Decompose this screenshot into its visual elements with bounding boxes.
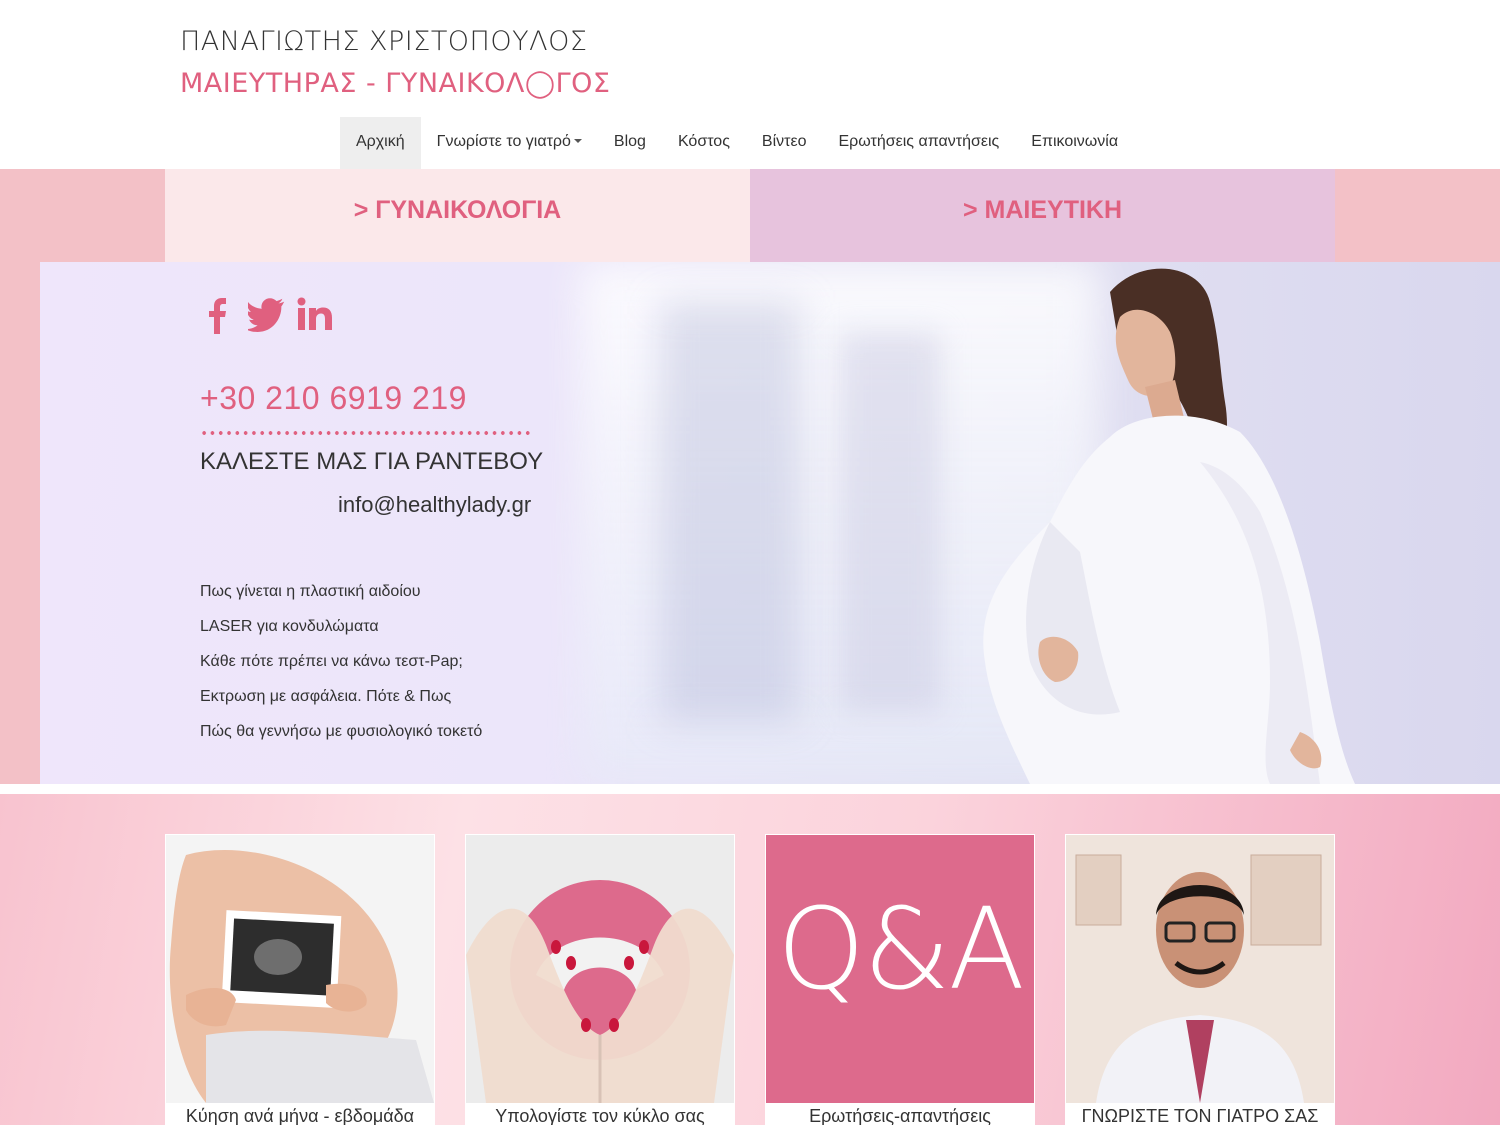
site-header: ΠΑΝΑΓΙΩΤΗΣ ΧΡΙΣΤΟΠΟΥΛΟΣ ΜΑΙΕΥΤΗΡΑΣ - ΓΥΝ… — [0, 0, 1500, 170]
featured-link[interactable]: Κάθε πότε πρέπει να κάνω τεστ-Pap; — [200, 650, 482, 685]
featured-link[interactable]: LASER για κονδυλώματα — [200, 615, 482, 650]
nav-item-cost[interactable]: Κόστος — [662, 117, 746, 169]
hero-curtain-shadow — [660, 302, 800, 722]
facebook-icon[interactable] — [200, 296, 238, 334]
main-navigation: Αρχική Γνωρίστε το γιατρό Blog Κόστος Βί… — [340, 117, 1134, 169]
hands-uterus-image — [466, 835, 734, 1103]
social-links — [200, 296, 334, 334]
twitter-icon[interactable] — [248, 296, 286, 334]
card-caption: Υπολογίστε τον κύκλο σας — [495, 1106, 705, 1125]
nav-item-meet-doctor-label: Γνωρίστε το γιατρό — [436, 133, 571, 150]
card-caption: Κύηση ανά μήνα - εβδομάδα — [185, 1106, 415, 1125]
featured-link[interactable]: Πως γίνεται η πλαστική αιδοίου — [200, 580, 482, 615]
featured-link[interactable]: Πώς θα γεννήσω με φυσιολογικό τοκετό — [200, 720, 482, 755]
nav-item-home[interactable]: Αρχική — [340, 117, 421, 169]
pregnant-woman-image — [983, 268, 1355, 784]
category-gynecology[interactable]: > ΓΥΝΑΙΚΟΛΟΓΙΑ — [165, 169, 750, 262]
card-cycle-calculator[interactable]: Υπολογίστε τον κύκλο σας — [465, 834, 735, 1125]
linkedin-icon[interactable] — [296, 296, 334, 334]
card-caption: ΓΝΩΡΙΣΤΕ ΤΟΝ ΓΙΑΤΡΟ ΣΑΣ — [1081, 1106, 1319, 1125]
featured-link[interactable]: Εκτρωση με ασφάλεια. Πότε & Πως — [200, 685, 482, 720]
site-logo[interactable]: ΠΑΝΑΓΙΩΤΗΣ ΧΡΙΣΤΟΠΟΥΛΟΣ ΜΑΙΕΥΤΗΡΑΣ - ΓΥΝ… — [180, 26, 610, 116]
qa-image: Q&A — [766, 835, 1034, 1103]
nav-item-blog[interactable]: Blog — [598, 117, 662, 169]
caret-down-icon — [573, 138, 582, 143]
section-divider — [0, 784, 1500, 794]
category-obstetrics[interactable]: > ΜΑΙΕΥΤΙΚΗ — [750, 169, 1335, 262]
email-link[interactable]: info@healthylady.gr — [338, 492, 531, 518]
nav-item-contact[interactable]: Επικοινωνία — [1015, 117, 1134, 169]
dotted-divider — [200, 430, 532, 436]
doctor-portrait-image — [1066, 835, 1334, 1103]
qa-image-text: Q&A — [776, 885, 1025, 1015]
logo-specialty: ΜΑΙΕΥΤΗΡΑΣ - ΓΥΝΑΙΚΟΛ◯ΓΟΣ — [180, 68, 611, 99]
logo-doctor-name: ΠΑΝΑΓΙΩΤΗΣ ΧΡΙΣΤΟΠΟΥΛΟΣ — [180, 26, 588, 57]
card-questions-answers[interactable]: Q&A Ερωτήσεις-απαντήσεις — [765, 834, 1035, 1125]
hero-curtain-shadow — [840, 332, 940, 712]
nav-item-video[interactable]: Βίντεο — [746, 117, 823, 169]
nav-item-meet-doctor[interactable]: Γνωρίστε το γιατρό — [421, 117, 598, 169]
card-meet-doctor[interactable]: ΓΝΩΡΙΣΤΕ ΤΟΝ ΓΙΑΤΡΟ ΣΑΣ — [1065, 834, 1335, 1125]
nav-item-faq[interactable]: Ερωτήσεις απαντήσεις — [822, 117, 1015, 169]
call-us-text: ΚΑΛΕΣΤΕ ΜΑΣ ΓΙΑ ΡΑΝΤΕΒΟΥ — [200, 448, 544, 475]
pregnancy-ultrasound-image — [166, 835, 434, 1103]
featured-links: Πως γίνεται η πλαστική αιδοίου LASER για… — [200, 580, 482, 755]
card-caption: Ερωτήσεις-απαντήσεις — [809, 1106, 991, 1125]
phone-number[interactable]: +30 210 6919 219 — [200, 380, 467, 417]
card-pregnancy-by-month[interactable]: Κύηση ανά μήνα - εβδομάδα — [165, 834, 435, 1125]
